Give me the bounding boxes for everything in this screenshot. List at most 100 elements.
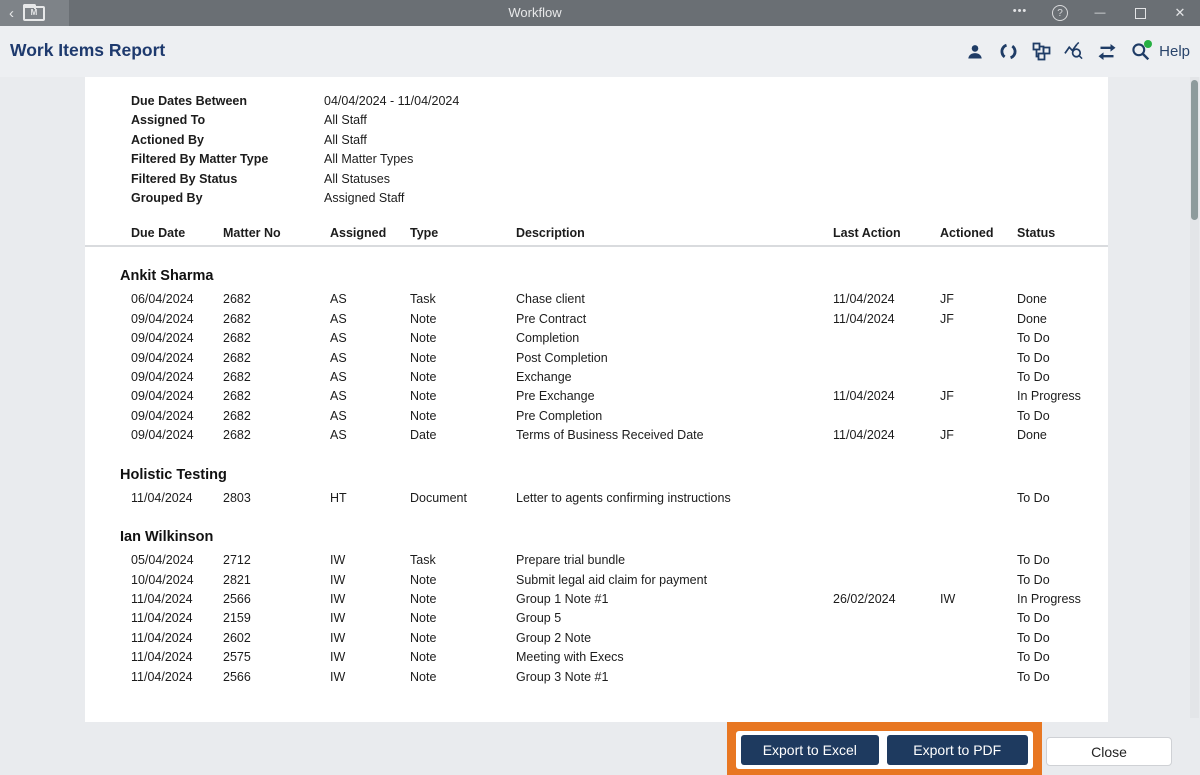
table-row: 11/04/20242566IWNoteGroup 1 Note #126/02… <box>131 590 1088 609</box>
cell-description: Group 2 Note <box>516 629 833 648</box>
cell-status: In Progress <box>1017 590 1088 609</box>
close-window-button[interactable]: ✕ <box>1160 0 1200 26</box>
cell-last-action: 26/02/2024 <box>833 590 940 609</box>
table-row: 05/04/20242712IWTaskPrepare trial bundle… <box>131 551 1088 570</box>
table-row: 11/04/20242575IWNoteMeeting with ExecsTo… <box>131 648 1088 667</box>
cell-actioned: IW <box>940 590 1017 609</box>
cell-due-date: 09/04/2024 <box>131 329 223 348</box>
cell-assigned: AS <box>330 426 410 445</box>
org-chart-icon[interactable] <box>1031 42 1051 62</box>
cell-description: Group 3 Note #1 <box>516 668 833 687</box>
search-icon[interactable] <box>1130 42 1150 62</box>
maximize-icon <box>1135 8 1146 19</box>
group-rows: 05/04/20242712IWTaskPrepare trial bundle… <box>131 551 1088 687</box>
cell-assigned: HT <box>330 489 410 508</box>
maximize-button[interactable] <box>1120 0 1160 26</box>
annotation-highlight-box: Export to Excel Export to PDF <box>727 722 1042 775</box>
group-header: Ian Wilkinson <box>120 528 1088 547</box>
cell-assigned: IW <box>330 609 410 628</box>
cell-matter-no: 2682 <box>223 387 330 406</box>
cell-type: Note <box>410 310 516 329</box>
cell-type: Note <box>410 609 516 628</box>
cell-status: To Do <box>1017 349 1088 368</box>
titlebar-help-button[interactable]: ? <box>1040 0 1080 26</box>
user-icon[interactable] <box>965 42 985 62</box>
cell-assigned: AS <box>330 349 410 368</box>
cell-due-date: 09/04/2024 <box>131 407 223 426</box>
cell-status: In Progress <box>1017 387 1088 406</box>
table-row: 11/04/20242803HTDocumentLetter to agents… <box>131 489 1088 508</box>
cell-status: To Do <box>1017 571 1088 590</box>
table-header-divider <box>85 245 1108 247</box>
cell-matter-no: 2682 <box>223 407 330 426</box>
filter-row: Assigned ToAll Staff <box>131 111 1088 130</box>
minimize-button[interactable]: — <box>1080 0 1120 26</box>
cell-last-action <box>833 629 940 648</box>
cell-actioned <box>940 551 1017 570</box>
cell-actioned: JF <box>940 290 1017 309</box>
cell-description: Group 1 Note #1 <box>516 590 833 609</box>
cell-assigned: IW <box>330 571 410 590</box>
cell-matter-no: 2682 <box>223 426 330 445</box>
close-button[interactable]: Close <box>1046 737 1172 766</box>
cell-type: Document <box>410 489 516 508</box>
cell-actioned <box>940 329 1017 348</box>
more-options-button[interactable]: ••• <box>1000 0 1040 24</box>
cell-due-date: 09/04/2024 <box>131 310 223 329</box>
cell-actioned <box>940 629 1017 648</box>
cell-last-action <box>833 329 940 348</box>
filter-row: Due Dates Between04/04/2024 - 11/04/2024 <box>131 92 1088 111</box>
cell-due-date: 11/04/2024 <box>131 489 223 508</box>
cell-due-date: 11/04/2024 <box>131 668 223 687</box>
sync-icon[interactable] <box>998 42 1018 62</box>
column-header-status: Status <box>1017 226 1088 240</box>
cell-type: Note <box>410 407 516 426</box>
cell-last-action <box>833 349 940 368</box>
cell-status: Done <box>1017 426 1088 445</box>
cell-matter-no: 2803 <box>223 489 330 508</box>
filter-value: All Statuses <box>324 170 1088 189</box>
cell-status: To Do <box>1017 609 1088 628</box>
cell-actioned <box>940 609 1017 628</box>
analytics-search-icon[interactable] <box>1064 42 1084 62</box>
table-row: 09/04/20242682ASNotePost CompletionTo Do <box>131 349 1088 368</box>
vertical-scrollbar[interactable] <box>1190 77 1199 718</box>
cell-description: Completion <box>516 329 833 348</box>
table-row: 11/04/20242566IWNoteGroup 3 Note #1To Do <box>131 668 1088 687</box>
export-to-pdf-button[interactable]: Export to PDF <box>887 735 1028 765</box>
filter-row: Actioned ByAll Staff <box>131 131 1088 150</box>
cell-type: Note <box>410 590 516 609</box>
cell-actioned <box>940 648 1017 667</box>
table-row: 09/04/20242682ASDateTerms of Business Re… <box>131 426 1088 445</box>
filter-label: Due Dates Between <box>131 92 324 111</box>
cell-assigned: IW <box>330 629 410 648</box>
filter-label: Assigned To <box>131 111 324 130</box>
question-icon: ? <box>1052 5 1068 21</box>
table-header-row: Due DateMatter NoAssignedTypeDescription… <box>131 226 1088 240</box>
filter-value: All Staff <box>324 111 1088 130</box>
cell-status: To Do <box>1017 668 1088 687</box>
table-row: 06/04/20242682ASTaskChase client11/04/20… <box>131 290 1088 309</box>
cell-assigned: AS <box>330 329 410 348</box>
cell-type: Note <box>410 329 516 348</box>
cell-status: To Do <box>1017 329 1088 348</box>
cell-matter-no: 2566 <box>223 590 330 609</box>
cell-status: To Do <box>1017 489 1088 508</box>
cell-assigned: AS <box>330 407 410 426</box>
table-row: 09/04/20242682ASNoteExchangeTo Do <box>131 368 1088 387</box>
column-header-actioned: Actioned <box>940 226 1017 240</box>
scrollbar-thumb[interactable] <box>1191 80 1198 220</box>
cell-assigned: IW <box>330 590 410 609</box>
cell-description: Submit legal aid claim for payment <box>516 571 833 590</box>
cell-last-action: 11/04/2024 <box>833 387 940 406</box>
filter-label: Actioned By <box>131 131 324 150</box>
cell-description: Group 5 <box>516 609 833 628</box>
help-link[interactable]: Help <box>1159 43 1190 60</box>
cell-matter-no: 2566 <box>223 668 330 687</box>
group-header: Holistic Testing <box>120 466 1088 485</box>
group-header: Ankit Sharma <box>120 267 1088 286</box>
swap-arrows-icon[interactable] <box>1097 42 1117 62</box>
filter-row: Filtered By StatusAll Statuses <box>131 170 1088 189</box>
export-to-excel-button[interactable]: Export to Excel <box>741 735 879 765</box>
filter-value: Assigned Staff <box>324 189 1088 208</box>
